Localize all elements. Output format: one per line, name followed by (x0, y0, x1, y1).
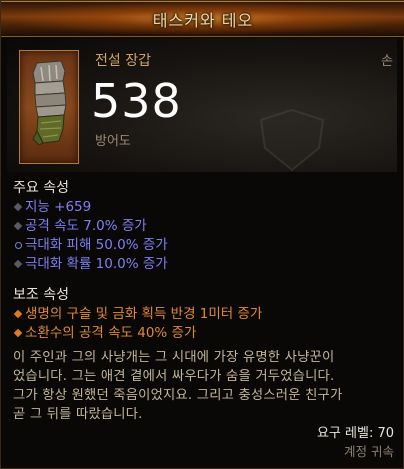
armor-shield-icon (259, 108, 325, 172)
flavor-text: 이 주인과 그의 사냥개는 그 시대에 가장 유명한 사냥꾼이 었습니다. 그는… (13, 348, 397, 424)
legendary-gauntlet-icon (32, 60, 67, 146)
legendary-bullet-icon (13, 309, 23, 319)
required-level: 요구 레벨: 70 (316, 426, 394, 441)
primary-attributes-title: 주요 속성 (13, 180, 69, 196)
stat-pet-attack-speed: 소환수의 공격 속도 40% 증가 (13, 324, 397, 343)
item-tooltip: 태스커와 테오 전설 장갑 손 538 방어도 주요 속성 지능 +659 공격… (0, 0, 404, 469)
bullet-icon (13, 259, 23, 269)
armor-label: 방어도 (95, 134, 131, 149)
enchanted-bullet-icon (15, 242, 22, 249)
bullet-icon (13, 221, 23, 231)
item-type: 전설 장갑 (95, 53, 151, 69)
stat-crit-chance: 극대화 확률 10.0% 증가 (13, 255, 397, 274)
item-icon-frame (19, 50, 79, 164)
armor-value: 538 (91, 74, 182, 128)
account-bound-label: 계정 귀속 (344, 444, 394, 459)
flavor-line: 그가 항상 원했던 죽음이었지요. 그리고 충성스러운 친구가 (13, 388, 343, 403)
flavor-line: 었습니다. 그는 애견 곁에서 싸우다가 숨을 거두었습니다. (13, 369, 335, 384)
legendary-bullet-icon (13, 328, 23, 338)
tooltip-header: 태스커와 테오 (1, 1, 404, 37)
stat-pickup-radius: 생명의 구슬 및 금화 획득 반경 1미터 증가 (13, 305, 397, 324)
flavor-line: 이 주인과 그의 사냥개는 그 시대에 가장 유명한 사냥꾼이 (13, 350, 335, 365)
secondary-attributes: 보조 속성 생명의 구슬 및 금화 획득 반경 1미터 증가 소환수의 공격 속… (13, 286, 397, 343)
bullet-icon (13, 202, 23, 212)
stat-crit-damage: 극대화 피해 50.0% 증가 (13, 236, 397, 255)
stat-intelligence: 지능 +659 (13, 198, 397, 217)
item-summary-panel: 전설 장갑 손 538 방어도 (7, 38, 397, 172)
primary-attributes: 주요 속성 지능 +659 공격 속도 7.0% 증가 극대화 피해 50.0%… (13, 179, 397, 274)
secondary-attributes-title: 보조 속성 (13, 287, 69, 303)
item-name: 태스커와 테오 (152, 11, 254, 30)
item-slot: 손 (381, 54, 393, 69)
stat-attack-speed: 공격 속도 7.0% 증가 (13, 217, 397, 236)
